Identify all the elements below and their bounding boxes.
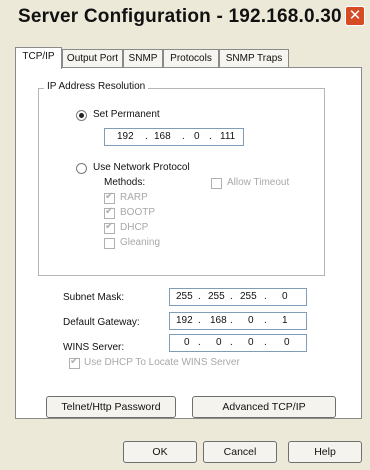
checkmark-icon: ✔	[105, 206, 114, 217]
tab-snmp[interactable]: SNMP	[123, 49, 163, 67]
set-permanent-label: Set Permanent	[93, 109, 160, 120]
ip-separator: .	[198, 291, 201, 302]
subnet-mask-label: Subnet Mask:	[63, 292, 125, 303]
use-dhcp-wins-checkbox[interactable]: ✔	[69, 356, 80, 369]
use-dhcp-wins-label: Use DHCP To Locate WINS Server	[84, 357, 240, 368]
cancel-button[interactable]: Cancel	[203, 441, 277, 463]
checkmark-icon: ✔	[105, 221, 114, 232]
ip-separator: .	[182, 131, 185, 142]
ip-octet: 0	[282, 291, 288, 302]
gleaning-label: Gleaning	[120, 237, 161, 248]
ip-separator: .	[198, 337, 201, 348]
ip-separator: .	[264, 337, 267, 348]
ip-separator: .	[209, 131, 212, 142]
tab-protocols[interactable]: Protocols	[163, 49, 219, 67]
ip-octet: 1	[282, 315, 288, 326]
ip-octet: 192	[117, 131, 134, 142]
ip-octet: 0	[248, 315, 254, 326]
gleaning-checkbox[interactable]	[104, 238, 115, 249]
ip-octet: 168	[210, 315, 227, 326]
bootp-label: BOOTP	[120, 207, 156, 218]
wins-server-field[interactable]: 0 . 0 . 0 . 0	[169, 334, 307, 352]
default-gateway-field[interactable]: 192 . 168 . 0 . 1	[169, 312, 307, 330]
tab-snmp-traps[interactable]: SNMP Traps	[219, 49, 289, 67]
help-button[interactable]: Help	[288, 441, 362, 463]
allow-timeout-label: Allow Timeout	[227, 177, 290, 188]
ip-octet: 168	[154, 131, 171, 142]
allow-timeout-checkbox[interactable]	[211, 178, 222, 189]
ip-octet: 0	[284, 337, 290, 348]
ip-separator: .	[230, 337, 233, 348]
ip-octet: 0	[248, 337, 254, 348]
ip-separator: .	[230, 315, 233, 326]
bootp-checkbox[interactable]: ✔	[104, 206, 115, 219]
use-network-protocol-radio[interactable]	[76, 163, 87, 174]
dhcp-checkbox[interactable]: ✔	[104, 221, 115, 234]
ip-separator: .	[145, 131, 148, 142]
use-network-protocol-label: Use Network Protocol	[93, 162, 190, 173]
subnet-mask-field[interactable]: 255 . 255 . 255 . 0	[169, 288, 307, 306]
ip-octet: 0	[194, 131, 200, 142]
ip-octet: 111	[220, 131, 236, 142]
checkmark-icon: ✔	[70, 356, 79, 367]
permanent-ip-field[interactable]: 192 . 168 . 0 . 111	[104, 128, 244, 146]
default-gateway-label: Default Gateway:	[63, 317, 140, 328]
advanced-tcpip-button[interactable]: Advanced TCP/IP	[192, 396, 336, 418]
server-configuration-dialog: Server Configuration - 192.168.0.30 ✕ TC…	[0, 0, 370, 470]
methods-label: Methods:	[104, 177, 146, 188]
ok-button[interactable]: OK	[123, 441, 197, 463]
close-button[interactable]: ✕	[345, 6, 365, 26]
ip-separator: .	[230, 291, 233, 302]
tab-tcp-ip[interactable]: TCP/IP	[15, 47, 62, 69]
ip-separator: .	[198, 315, 201, 326]
window-title: Server Configuration - 192.168.0.30	[18, 6, 342, 27]
set-permanent-radio[interactable]	[76, 110, 87, 121]
ip-octet: 255	[208, 291, 225, 302]
ip-separator: .	[264, 291, 267, 302]
telnet-http-password-button[interactable]: Telnet/Http Password	[46, 396, 176, 418]
ip-octet: 0	[216, 337, 222, 348]
close-icon: ✕	[348, 6, 362, 24]
title-bar[interactable]: Server Configuration - 192.168.0.30 ✕	[0, 0, 370, 32]
rarp-checkbox[interactable]: ✔	[104, 191, 115, 204]
radio-selected-dot	[79, 113, 84, 118]
checkmark-icon: ✔	[105, 191, 114, 202]
tab-output-port[interactable]: Output Port	[62, 49, 123, 67]
ip-octet: 192	[176, 315, 193, 326]
ip-separator: .	[264, 315, 267, 326]
ip-octet: 255	[240, 291, 257, 302]
ip-octet: 255	[176, 291, 193, 302]
ip-octet: 0	[184, 337, 190, 348]
group-legend: IP Address Resolution	[44, 81, 149, 92]
dhcp-label: DHCP	[120, 222, 149, 233]
wins-server-label: WINS Server:	[63, 342, 125, 353]
rarp-label: RARP	[120, 192, 148, 203]
